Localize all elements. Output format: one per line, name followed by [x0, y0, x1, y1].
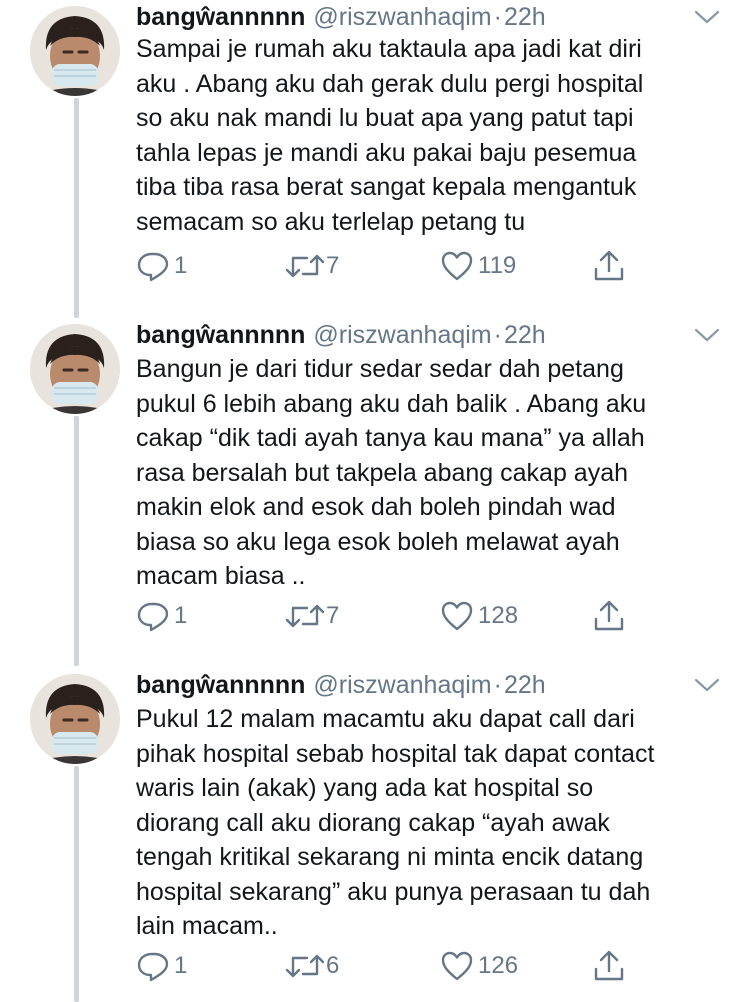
retweet-count: 7 [326, 602, 340, 629]
retweet-icon [284, 250, 326, 282]
display-name[interactable]: bangŵannnnn [136, 321, 305, 349]
avatar[interactable] [30, 6, 120, 96]
reply-icon [136, 600, 170, 632]
reply-button[interactable]: 1 [136, 598, 187, 634]
share-button[interactable] [592, 598, 626, 634]
reply-button[interactable]: 1 [136, 948, 187, 984]
tweet-line: macam biasa .. [136, 562, 306, 590]
like-button[interactable]: 128 [440, 598, 518, 634]
avatar[interactable] [30, 674, 120, 764]
tweet-line: tengah kritikal sekarang ni minta encik … [136, 843, 644, 871]
tweet-line: semacam so aku terlelap petang tu [136, 207, 526, 236]
retweet-icon [284, 950, 326, 982]
separator-dot: · [493, 671, 502, 699]
like-count: 128 [478, 602, 519, 629]
reply-count: 1 [174, 252, 188, 279]
tweet-line: biasa so aku lega esok boleh melawat aya… [136, 527, 620, 556]
user-handle[interactable]: @riszwanhaqim [313, 321, 491, 349]
tweet-line: aku . Abang aku dah gerak dulu pergi hos… [136, 69, 644, 98]
tweet-header: bangŵannnnn @riszwanhaqim·22h [136, 668, 546, 702]
share-icon [592, 949, 626, 983]
share-icon [592, 599, 626, 633]
tweet-text: Pukul 12 malam macamtu aku dapat call da… [136, 702, 716, 944]
tweet-line: hospital sekarang” aku punya perasaan tu… [136, 877, 651, 906]
tweet-header: bangŵannnnn @riszwanhaqim·22h [136, 0, 546, 34]
tweet-line: rasa bersalah but takpela abang cakap ay… [136, 458, 629, 487]
tweet-actions: 1 6 126 [136, 948, 636, 984]
timestamp[interactable]: 22h [504, 321, 546, 349]
avatar[interactable] [30, 324, 120, 414]
user-handle[interactable]: @riszwanhaqim [313, 3, 491, 31]
share-button[interactable] [592, 248, 626, 284]
retweet-button[interactable]: 6 [284, 948, 339, 984]
tweet-line: waris lain (akak) yang ada kat hospital … [136, 774, 594, 802]
tweet-line: lain macam.. [136, 912, 278, 940]
reply-icon [136, 950, 170, 982]
reply-count: 1 [174, 602, 188, 629]
separator-dot: · [493, 3, 502, 31]
tweet-text: Bangun je dari tidur sedar sedar dah pet… [136, 352, 716, 594]
retweet-icon [284, 600, 326, 632]
timestamp[interactable]: 22h [504, 671, 546, 699]
tweet-line: diorang call aku diorang cakap “ayah awa… [136, 808, 610, 837]
retweet-count: 6 [326, 952, 340, 979]
thread-line [74, 98, 79, 318]
tweet-text: Sampai je rumah aku taktaula apa jadi ka… [136, 32, 716, 239]
like-button[interactable]: 119 [440, 248, 516, 284]
like-icon [440, 600, 474, 632]
reply-button[interactable]: 1 [136, 248, 187, 284]
tweet-actions: 1 7 128 [136, 598, 636, 634]
like-button[interactable]: 126 [440, 948, 518, 984]
chevron-down-icon[interactable] [692, 674, 722, 696]
tweet-line: Bangun je dari tidur sedar sedar dah pet… [136, 355, 624, 383]
like-icon [440, 950, 474, 982]
like-count: 119 [478, 252, 517, 279]
retweet-count: 7 [326, 252, 340, 279]
tweet-line: cakap “dik tadi ayah tanya kau mana” ya … [136, 424, 645, 452]
display-name[interactable]: bangŵannnnn [136, 671, 305, 699]
user-handle[interactable]: @riszwanhaqim [313, 671, 491, 699]
tweet-line: makin elok and esok dah boleh pindah wad [136, 493, 616, 521]
tweet-actions: 1 7 119 [136, 248, 636, 284]
timestamp[interactable]: 22h [504, 3, 546, 31]
reply-count: 1 [174, 952, 188, 979]
tweet-line: so aku nak mandi lu buat apa yang patut … [136, 104, 634, 132]
retweet-button[interactable]: 7 [284, 248, 339, 284]
tweet-line: tahla lepas je mandi aku pakai baju pese… [136, 138, 637, 167]
tweet-line: tiba tiba rasa berat sangat kepala menga… [136, 173, 637, 201]
like-count: 126 [478, 952, 519, 979]
tweet-header: bangŵannnnn @riszwanhaqim·22h [136, 318, 546, 352]
chevron-down-icon[interactable] [692, 6, 722, 28]
thread-line [74, 416, 79, 666]
retweet-button[interactable]: 7 [284, 598, 339, 634]
tweet-line: pukul 6 lebih abang aku dah balik . Aban… [136, 389, 647, 418]
tweet-line: pihak hospital sebab hospital tak dapat … [136, 739, 655, 768]
like-icon [440, 250, 474, 282]
separator-dot: · [493, 321, 502, 349]
reply-icon [136, 250, 170, 282]
display-name[interactable]: bangŵannnnn [136, 3, 305, 31]
share-icon [592, 249, 626, 283]
thread-line [74, 766, 79, 1002]
tweet-line: Sampai je rumah aku taktaula apa jadi ka… [136, 35, 642, 63]
share-button[interactable] [592, 948, 626, 984]
chevron-down-icon[interactable] [692, 324, 722, 346]
tweet-line: Pukul 12 malam macamtu aku dapat call da… [136, 705, 635, 733]
